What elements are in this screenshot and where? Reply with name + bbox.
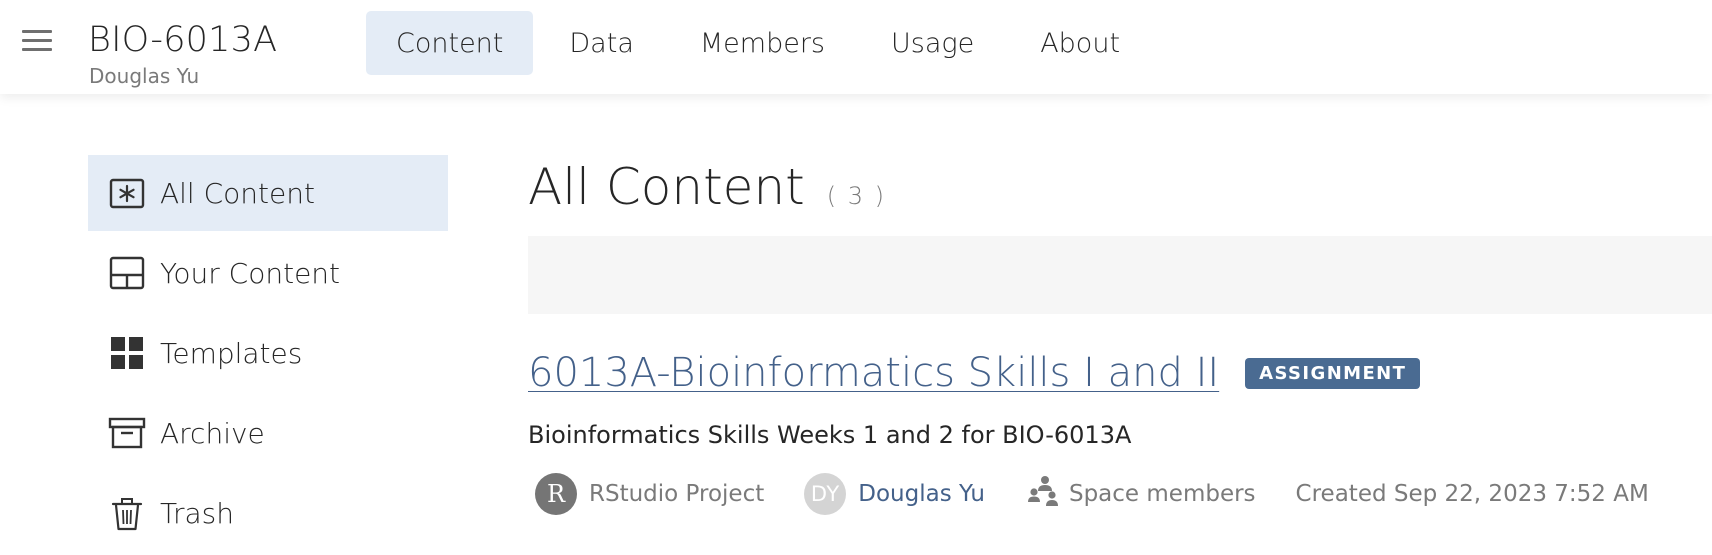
tab-about[interactable]: About (1010, 11, 1150, 75)
author-link[interactable]: Douglas Yu (858, 481, 985, 507)
sidebar-item-label: All Content (160, 176, 315, 210)
sidebar-item-archive[interactable]: Archive (88, 395, 448, 471)
sidebar-item-trash[interactable]: Trash (88, 475, 448, 551)
content-count: ( 3 ) (826, 182, 886, 210)
sidebar-item-label: Templates (160, 336, 303, 370)
tab-data[interactable]: Data (539, 11, 663, 75)
sidebar-item-label: Archive (160, 416, 265, 450)
space-owner: Douglas Yu (89, 64, 200, 88)
members-icon (1025, 473, 1069, 515)
layout-panel-icon (108, 254, 146, 292)
author-avatar: DY (804, 473, 847, 515)
rstudio-avatar-icon: R (535, 473, 577, 515)
main-nav: Content Data Members Usage About (366, 11, 1156, 75)
tab-members[interactable]: Members (670, 11, 855, 75)
top-bar: BIO-6013A Douglas Yu Content Data Member… (0, 0, 1712, 94)
content-item-meta: R RStudio Project DY Douglas Yu Space me… (535, 472, 1649, 516)
content-item-title-link[interactable]: 6013A-Bioinformatics Skills I and II (528, 350, 1219, 396)
page-title: All Content ( 3 ) (528, 158, 886, 216)
space-title: BIO-6013A (88, 20, 278, 60)
archive-box-icon (108, 414, 146, 452)
assignment-badge: ASSIGNMENT (1245, 357, 1421, 389)
tab-usage[interactable]: Usage (861, 11, 1004, 75)
page-title-text: All Content (528, 158, 805, 216)
access-label: Space members (1068, 481, 1256, 507)
trash-icon (108, 494, 146, 532)
sidebar-item-label: Trash (160, 496, 234, 530)
menu-icon[interactable] (22, 30, 52, 52)
sidebar-item-label: Your Content (160, 256, 341, 290)
asterisk-box-icon (108, 174, 146, 212)
grid-squares-icon (108, 334, 146, 372)
sidebar-item-your-content[interactable]: Your Content (88, 235, 448, 311)
created-timestamp: Created Sep 22, 2023 7:52 AM (1295, 481, 1649, 507)
sidebar-item-templates[interactable]: Templates (88, 315, 448, 391)
sidebar: All Content Your Content Templates Archi… (88, 155, 448, 555)
filter-bar[interactable] (528, 236, 1712, 314)
sidebar-item-all-content[interactable]: All Content (88, 155, 448, 231)
content-item-header: 6013A-Bioinformatics Skills I and II ASS… (528, 350, 1421, 396)
content-item-description: Bioinformatics Skills Weeks 1 and 2 for … (528, 421, 1132, 449)
content-type-label: RStudio Project (589, 481, 765, 507)
tab-content[interactable]: Content (366, 11, 534, 75)
